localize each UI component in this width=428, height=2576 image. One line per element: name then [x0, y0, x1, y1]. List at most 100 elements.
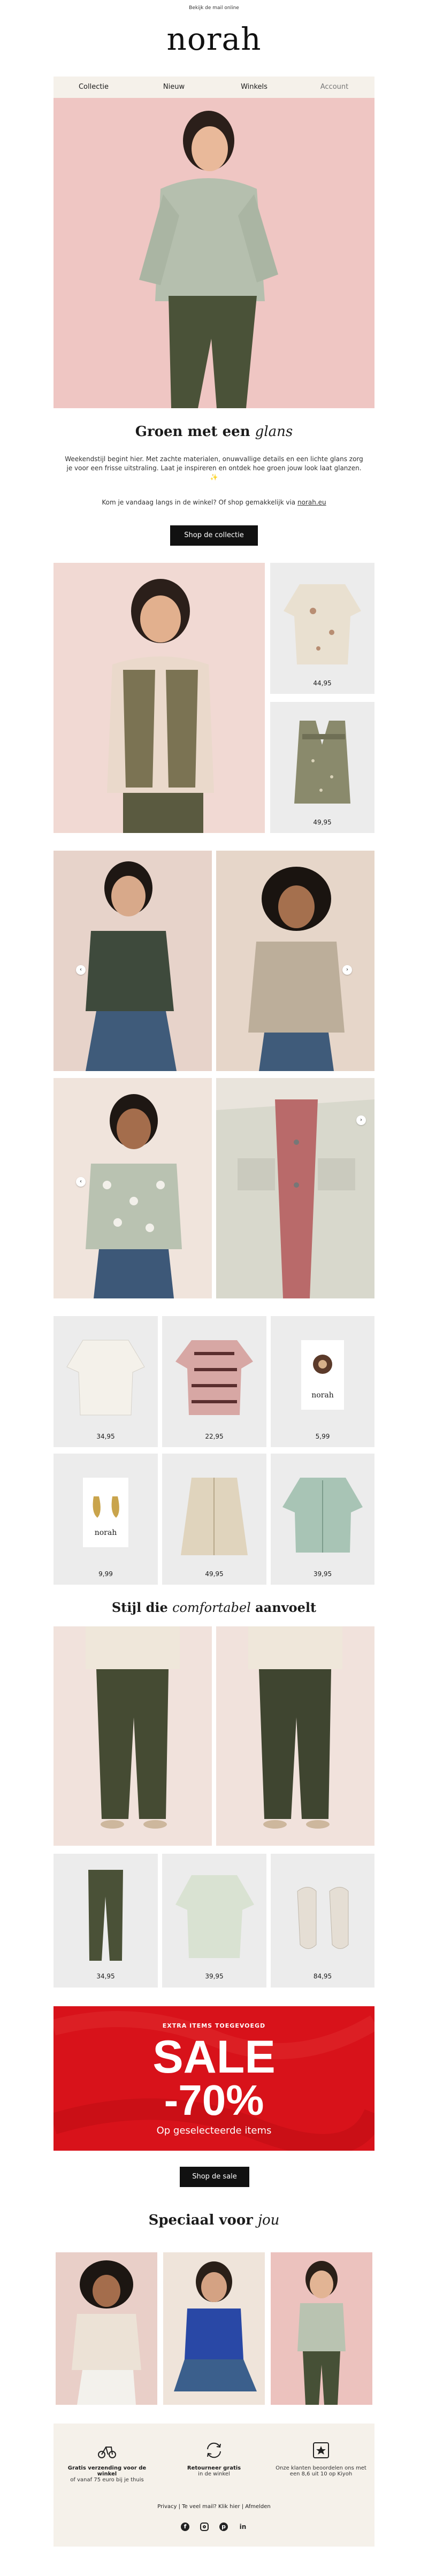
return-arrows-icon — [166, 2440, 262, 2461]
carousel-photo-3[interactable]: ‹ — [54, 1078, 212, 1298]
product-price: 84,95 — [313, 1973, 332, 1980]
product-tile-print-tee[interactable]: 22,95 — [162, 1316, 266, 1447]
nav-account[interactable]: Account — [294, 83, 374, 91]
carousel-prev-arrow[interactable]: ‹ — [76, 1177, 86, 1187]
product-tile-mint-cardigan[interactable]: 39,95 — [271, 1454, 374, 1585]
trousers-front-illustration — [86, 1626, 180, 1829]
usp-delivery: Gratis verzending voor de winkel of vana… — [59, 2440, 155, 2483]
special-model-1-illustration — [72, 2260, 141, 2405]
model-polka-illustration — [86, 1094, 182, 1298]
linkedin-icon[interactable]: in — [239, 2523, 247, 2531]
hero-title: Groen met een glans — [54, 424, 374, 440]
sale-kicker: EXTRA ITEMS TOEGEVOEGD — [162, 2022, 266, 2029]
section-comfort-title-plain-2: aanvoelt — [255, 1600, 317, 1615]
section-special-title-italic: jou — [257, 2212, 280, 2228]
carousel-photo-4[interactable]: › — [216, 1078, 374, 1298]
blouse-illustration — [284, 584, 361, 664]
product-tile-blouse[interactable]: 44,95 — [270, 563, 374, 694]
footer-links: Privacy | Te veel mail? Klik hier | Afme… — [54, 2504, 374, 2510]
model-green-top-illustration — [86, 861, 177, 1071]
product-price: 39,95 — [313, 1570, 332, 1578]
product-tile-hairclip[interactable]: norah 5,99 — [271, 1316, 374, 1447]
mint-cardigan-illustration — [282, 1478, 363, 1553]
carousel-photo-2[interactable]: › — [216, 851, 374, 1071]
section-special-title-plain: Speciaal voor — [148, 2212, 253, 2228]
hairclip-card-illustration — [301, 1340, 344, 1410]
trousers-front-photo[interactable] — [54, 1626, 212, 1846]
main-nav: Collectie Nieuw Winkels Account — [54, 77, 374, 98]
footer-panel: Gratis verzending voor de winkel of vana… — [54, 2424, 374, 2547]
instagram-icon[interactable] — [200, 2523, 209, 2531]
product-price: 44,95 — [313, 679, 332, 687]
product-price: 9,99 — [98, 1570, 113, 1578]
usp-returns-line1: Retourneer gratis — [187, 2465, 241, 2471]
section-comfort-title-italic: comfortabel — [172, 1600, 251, 1615]
product-tile-beige-cardigan[interactable]: 49,95 — [162, 1454, 266, 1585]
usp-delivery-line1: Gratis verzending voor de winkel — [67, 2465, 147, 2477]
carousel-next-arrow[interactable]: › — [356, 1115, 366, 1125]
carousel-prev-arrow[interactable]: ‹ — [76, 965, 86, 975]
carousel-next-arrow[interactable]: › — [342, 965, 352, 975]
sale-headline: SALE — [152, 2031, 276, 2083]
product-tile-green-trousers[interactable]: 34,95 — [54, 1854, 158, 1988]
special-photo-3[interactable] — [271, 2252, 372, 2405]
hero-image[interactable] — [54, 98, 374, 408]
feature-model-illustration — [107, 579, 214, 833]
special-model-3-illustration — [297, 2261, 346, 2405]
special-photo-1[interactable] — [56, 2252, 157, 2405]
usp-returns-line2: in de winkel — [198, 2471, 230, 2477]
product-tile-sheer-blouse[interactable]: 34,95 — [54, 1316, 158, 1447]
preheader[interactable]: Bekijk de mail online — [0, 5, 428, 11]
hairclip-card-brand: norah — [311, 1391, 334, 1400]
hero-model-illustration — [139, 111, 278, 408]
usp-reviews-line2: een 8,6 uit 10 op Kiyoh — [289, 2471, 353, 2477]
facebook-icon[interactable]: f — [181, 2523, 189, 2531]
product-price: 34,95 — [96, 1433, 115, 1440]
special-photo-2[interactable] — [163, 2252, 265, 2405]
product-tile-earrings[interactable]: norah 9,99 — [54, 1454, 158, 1585]
footer-link-too-much-mail[interactable]: Te veel mail? Klik hier — [182, 2504, 240, 2510]
brand-logo[interactable]: norah — [0, 20, 428, 58]
hero-body: Weekendstijl begint hier. Met zachte mat… — [65, 455, 363, 481]
hero-title-italic: glans — [255, 424, 293, 440]
product-price: 22,95 — [205, 1433, 224, 1440]
feature-model-photo[interactable] — [54, 563, 265, 833]
product-tile-vest[interactable]: 49,95 — [270, 702, 374, 833]
green-trousers-illustration — [88, 1870, 123, 1961]
section-comfort-title: Stijl die comfortabel aanvoelt — [54, 1600, 374, 1615]
usp-reviews: Onze klanten beoordelen ons met een 8,6 … — [273, 2440, 369, 2477]
carousel-photo-1[interactable]: ‹ — [54, 851, 212, 1071]
hero-visit-link[interactable]: norah.eu — [297, 499, 326, 506]
product-price: 49,95 — [313, 819, 332, 826]
section-comfort-title-plain-1: Stijl die — [111, 1600, 168, 1615]
trousers-back-photo[interactable] — [216, 1626, 374, 1846]
nav-nieuw[interactable]: Nieuw — [134, 83, 214, 91]
footer-link-privacy[interactable]: Privacy — [157, 2504, 177, 2510]
product-tile-loafers[interactable]: 84,95 — [271, 1854, 374, 1988]
beige-cardigan-illustration — [181, 1478, 248, 1555]
usp-returns: Retourneer gratis in de winkel — [166, 2440, 262, 2477]
nav-winkels[interactable]: Winkels — [214, 83, 294, 91]
shop-collection-button[interactable]: Shop de collectie — [170, 525, 258, 546]
print-tee-illustration — [175, 1340, 253, 1415]
loafers-illustration — [297, 1887, 349, 1949]
model-sweater-illustration — [248, 867, 345, 1071]
delivery-bike-icon — [59, 2440, 155, 2461]
sale-subtitle: Op geselecteerde items — [156, 2125, 272, 2136]
usp-delivery-line2: of vanaf 75 euro bij je thuis — [70, 2477, 144, 2483]
hero-visit-text: Kom je vandaag langs in de winkel? Of sh… — [102, 499, 296, 506]
section-special-title: Speciaal voor jou — [54, 2212, 374, 2228]
footer-link-unsubscribe[interactable]: Afmelden — [245, 2504, 271, 2510]
product-tile-mint-blouse[interactable]: 39,95 — [162, 1854, 266, 1988]
sheer-blouse-illustration — [66, 1340, 145, 1416]
vest-illustration — [294, 721, 350, 804]
sale-percent: -70% — [164, 2076, 264, 2124]
product-price: 49,95 — [205, 1570, 224, 1578]
sale-banner[interactable]: EXTRA ITEMS TOEGEVOEGD SALE -70% Op gese… — [54, 2006, 374, 2151]
nav-collectie[interactable]: Collectie — [54, 83, 134, 91]
pinterest-icon[interactable]: p — [219, 2523, 228, 2531]
product-price: 39,95 — [205, 1973, 224, 1980]
earrings-card-illustration — [83, 1478, 128, 1547]
mint-blouse-illustration — [175, 1875, 254, 1958]
shop-sale-button[interactable]: Shop de sale — [180, 2167, 249, 2187]
